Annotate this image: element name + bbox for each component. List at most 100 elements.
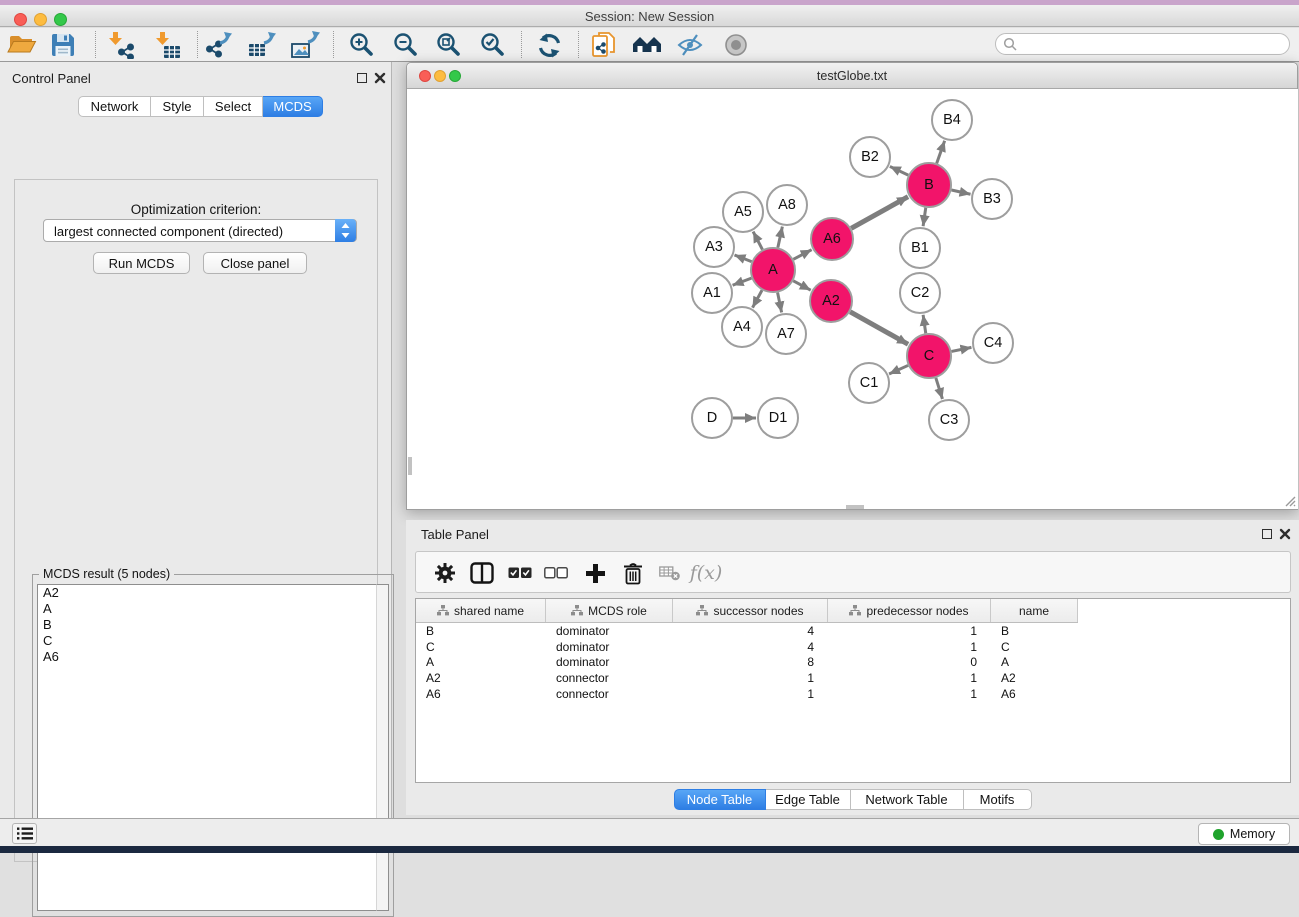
table-tab-network-table[interactable]: Network Table — [851, 789, 964, 810]
task-history-button[interactable] — [12, 823, 37, 844]
tab-mcds[interactable]: MCDS — [263, 96, 323, 117]
table-cell[interactable]: A6 — [416, 687, 546, 701]
table-cell[interactable]: connector — [546, 687, 673, 701]
table-row-A2[interactable]: A2connector11A2 — [416, 670, 1290, 686]
result-item-A[interactable]: A — [38, 601, 376, 617]
table-row-B[interactable]: Bdominator41B — [416, 623, 1290, 639]
table-cell[interactable]: 1 — [828, 624, 991, 638]
close-panel-button[interactable]: Close panel — [203, 252, 307, 274]
graph-edge-A-A3[interactable] — [734, 255, 751, 262]
hide-selected-icon[interactable] — [674, 30, 706, 60]
search-field[interactable] — [995, 33, 1290, 55]
graph-edge-A2-C[interactable] — [850, 312, 908, 344]
close-panel-icon[interactable] — [374, 72, 386, 84]
select-all-icon[interactable] — [504, 557, 536, 589]
tab-style[interactable]: Style — [151, 96, 204, 117]
delete-column-trash-icon[interactable] — [617, 557, 649, 589]
result-item-B[interactable]: B — [38, 617, 376, 633]
zoom-fit-icon[interactable] — [433, 30, 465, 60]
delete-table-icon[interactable] — [654, 557, 686, 589]
network-window-titlebar[interactable]: testGlobe.txt — [407, 63, 1297, 89]
create-column-plus-icon[interactable] — [579, 557, 611, 589]
result-item-C[interactable]: C — [38, 633, 376, 649]
table-cell[interactable]: C — [416, 640, 546, 654]
table-tab-node-table[interactable]: Node Table — [674, 789, 766, 810]
table-cell[interactable]: connector — [546, 671, 673, 685]
graph-edge-B-B1[interactable] — [923, 208, 926, 226]
graph-edge-A-A5[interactable] — [753, 232, 762, 250]
zoom-in-icon[interactable] — [346, 30, 378, 60]
table-cell[interactable]: C — [991, 640, 1078, 654]
table-cell[interactable]: A2 — [991, 671, 1078, 685]
column-header-successor-nodes[interactable]: successor nodes — [673, 599, 828, 622]
table-row-A6[interactable]: A6connector11A6 — [416, 686, 1290, 702]
table-cell[interactable]: A — [991, 655, 1078, 669]
zoom-out-icon[interactable] — [390, 30, 422, 60]
table-tab-motifs[interactable]: Motifs — [964, 789, 1032, 810]
graph-edge-C-C3[interactable] — [936, 378, 943, 399]
graph-edge-C-C2[interactable] — [923, 315, 926, 333]
graph-edge-A-A6[interactable] — [793, 250, 811, 260]
graph-edge-C-C4[interactable] — [952, 347, 972, 351]
table-cell[interactable]: 1 — [828, 640, 991, 654]
column-header-MCDS-role[interactable]: MCDS role — [546, 599, 673, 622]
show-all-icon[interactable] — [720, 30, 752, 60]
first-neighbors-icon[interactable] — [631, 30, 663, 60]
export-table-icon[interactable] — [246, 30, 278, 60]
deselect-all-icon[interactable] — [540, 557, 572, 589]
graph-edge-B-B4[interactable] — [937, 141, 945, 164]
table-cell[interactable]: dominator — [546, 624, 673, 638]
column-header-name[interactable]: name — [991, 599, 1078, 622]
table-row-A[interactable]: Adominator80A — [416, 654, 1290, 670]
table-cell[interactable]: 1 — [673, 687, 828, 701]
graph-edge-A-A8[interactable] — [778, 227, 783, 248]
graph-canvas[interactable]: B4B2BB3A8A5A6B1A3AC2A1A2A4A7C4CC1C3DD1 — [408, 89, 1298, 509]
search-input[interactable] — [1018, 37, 1278, 51]
table-cell[interactable]: B — [416, 624, 546, 638]
table-cell[interactable]: 1 — [828, 687, 991, 701]
graph-edge-A-A2[interactable] — [793, 281, 810, 290]
optimization-criterion-dropdown[interactable]: largest connected component (directed) — [43, 219, 357, 242]
table-row-C[interactable]: Cdominator41C — [416, 639, 1290, 655]
table-cell[interactable]: A — [416, 655, 546, 669]
tab-network[interactable]: Network — [78, 96, 151, 117]
table-cell[interactable]: A6 — [991, 687, 1078, 701]
table-cell[interactable]: A2 — [416, 671, 546, 685]
table-cell[interactable]: B — [991, 624, 1078, 638]
save-session-icon[interactable] — [47, 30, 79, 60]
graph-edge-C-C1[interactable] — [889, 365, 908, 374]
open-session-icon[interactable] — [6, 30, 38, 60]
table-settings-gear-icon[interactable] — [429, 557, 461, 589]
table-close-icon[interactable] — [1279, 528, 1291, 540]
refresh-icon[interactable] — [533, 30, 565, 60]
table-cell[interactable]: 8 — [673, 655, 828, 669]
function-builder-icon[interactable]: f(x) — [684, 557, 728, 589]
graph-edge-A-A1[interactable] — [733, 278, 752, 285]
show-column-icon[interactable] — [466, 557, 498, 589]
table-cell[interactable]: dominator — [546, 655, 673, 669]
result-item-A2[interactable]: A2 — [38, 585, 376, 601]
graph-edge-A-A4[interactable] — [753, 290, 763, 307]
graph-edge-B-B3[interactable] — [951, 190, 970, 194]
table-tab-edge-table[interactable]: Edge Table — [766, 789, 851, 810]
table-cell[interactable]: 1 — [828, 671, 991, 685]
table-cell[interactable]: 4 — [673, 624, 828, 638]
memory-button[interactable]: Memory — [1198, 823, 1290, 845]
network-canvas[interactable]: B4B2BB3A8A5A6B1A3AC2A1A2A4A7C4CC1C3DD1 — [408, 89, 1298, 509]
new-network-from-selection-icon[interactable] — [588, 30, 620, 60]
window-bottom-grip[interactable] — [846, 505, 864, 509]
graph-edge-A6-B[interactable] — [851, 197, 908, 229]
import-network-icon[interactable] — [104, 30, 136, 60]
graph-edge-B-B2[interactable] — [890, 166, 908, 175]
table-cell[interactable]: 0 — [828, 655, 991, 669]
result-item-A6[interactable]: A6 — [38, 649, 376, 665]
table-float-icon[interactable] — [1262, 529, 1272, 539]
table-cell[interactable]: dominator — [546, 640, 673, 654]
graph-edge-A-A7[interactable] — [778, 293, 782, 313]
export-image-icon[interactable] — [289, 30, 321, 60]
zoom-selected-icon[interactable] — [477, 30, 509, 60]
window-left-grip[interactable] — [408, 457, 412, 475]
float-panel-icon[interactable] — [357, 73, 367, 83]
column-header-shared-name[interactable]: shared name — [416, 599, 546, 622]
resize-corner-icon[interactable] — [1283, 494, 1296, 507]
